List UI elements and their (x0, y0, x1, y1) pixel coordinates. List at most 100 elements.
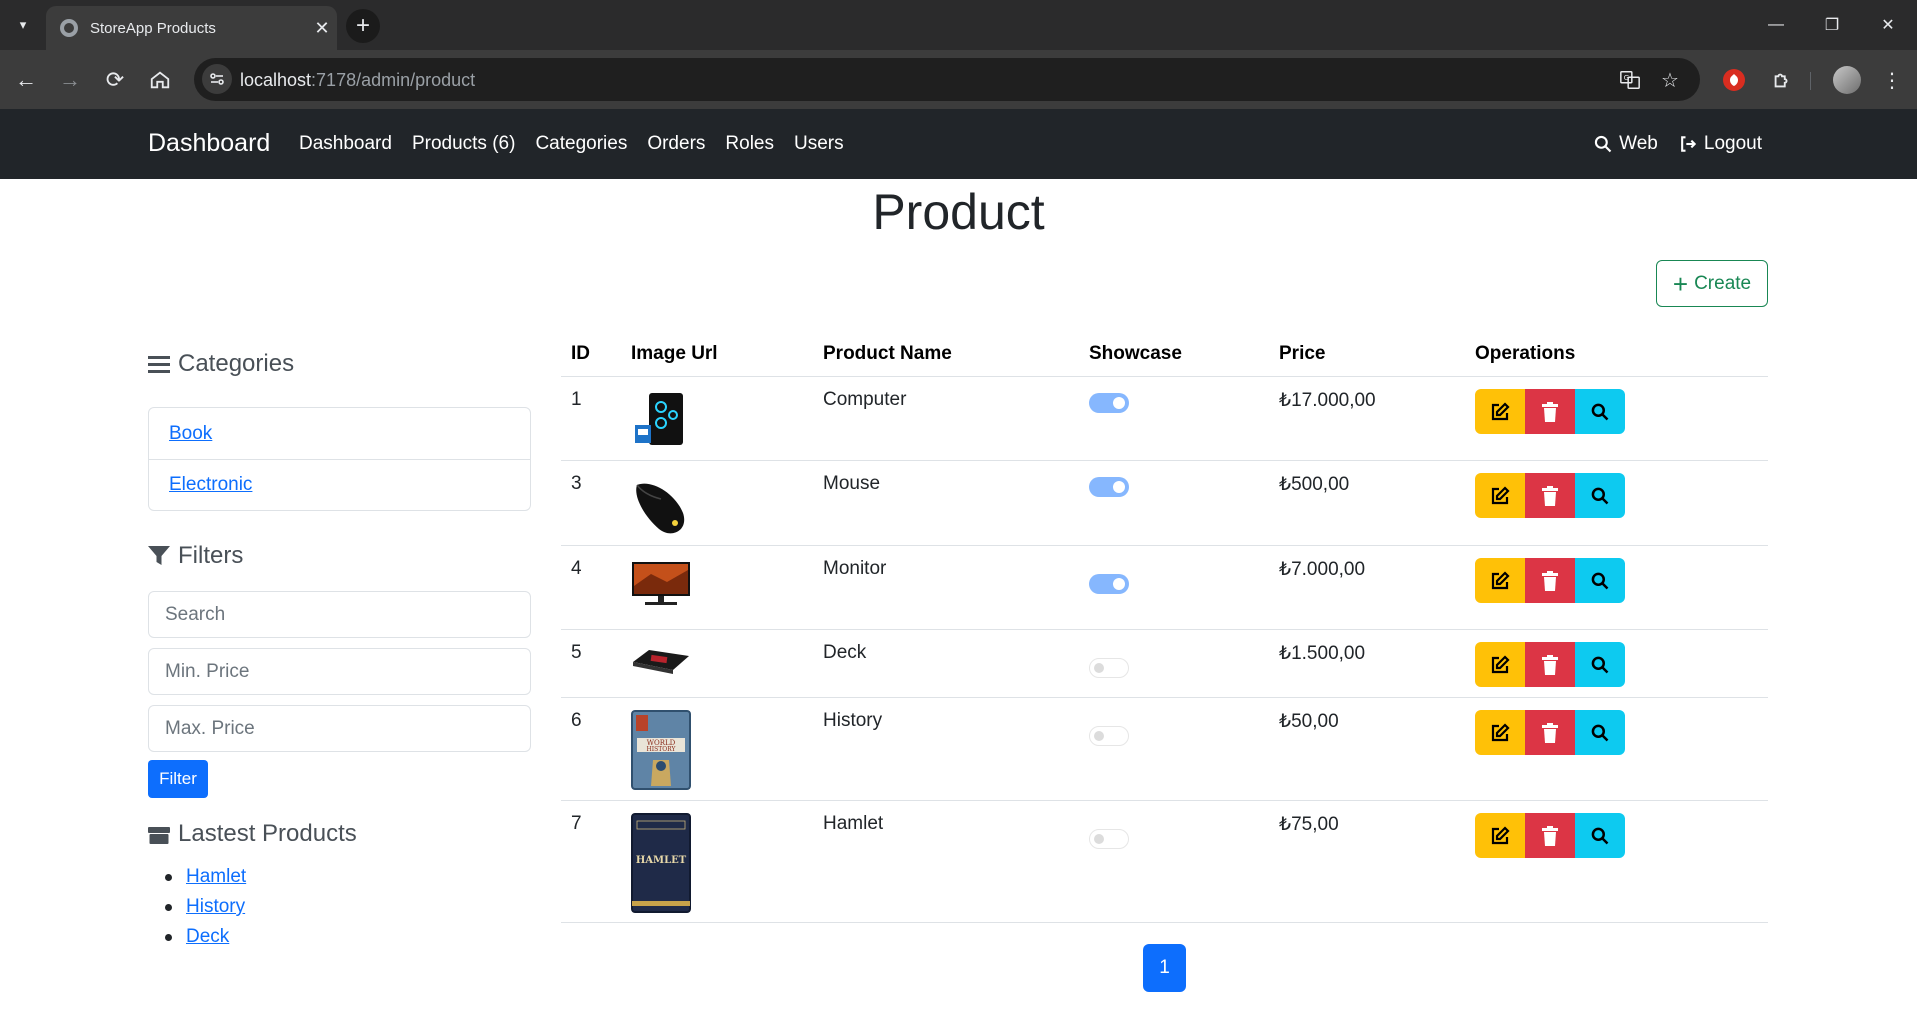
navbar-brand[interactable]: Dashboard (148, 129, 270, 158)
min-price-input[interactable]: Min. Price (148, 648, 531, 695)
delete-button[interactable] (1525, 558, 1575, 603)
edit-button[interactable] (1475, 389, 1525, 434)
product-id: 3 (571, 473, 582, 494)
filter-button[interactable]: Filter (148, 760, 208, 798)
showcase-toggle[interactable] (1089, 574, 1129, 594)
category-item-book[interactable]: Book (149, 408, 530, 459)
product-id: 4 (571, 558, 582, 579)
edit-icon (1491, 825, 1510, 844)
image-cell (631, 461, 823, 545)
search-icon (1595, 135, 1612, 153)
edit-button[interactable] (1475, 558, 1525, 603)
toolbar-separator (1810, 72, 1811, 90)
navbar-right: Web Logout (1593, 133, 1762, 155)
latest-products-list: Hamlet History Deck (165, 862, 246, 952)
hamlet-book-image: HAMLET (631, 813, 691, 913)
view-button[interactable] (1575, 813, 1625, 858)
logout-icon (1681, 136, 1697, 152)
showcase-toggle[interactable] (1089, 726, 1129, 746)
create-button[interactable]: + Create (1656, 260, 1768, 307)
delete-button[interactable] (1525, 389, 1575, 434)
home-icon[interactable] (142, 62, 178, 98)
showcase-cell (1089, 801, 1279, 922)
filters-heading-label: Filters (178, 542, 244, 569)
nav-link-orders[interactable]: Orders (647, 133, 705, 155)
history-book-image: WORLD HISTORY (631, 710, 691, 790)
header-image-url: Image Url (631, 343, 718, 364)
showcase-toggle[interactable] (1089, 393, 1129, 413)
extension-shield-icon[interactable] (1723, 69, 1745, 91)
nav-link-roles[interactable]: Roles (725, 133, 774, 155)
web-link[interactable]: Web (1593, 133, 1658, 155)
operations-cell (1475, 801, 1768, 922)
showcase-toggle[interactable] (1089, 477, 1129, 497)
logout-link[interactable]: Logout (1678, 133, 1762, 155)
bookmark-star-icon[interactable]: ☆ (1658, 68, 1682, 92)
tab-close-icon[interactable]: ✕ (307, 18, 337, 39)
svg-text:G: G (1624, 73, 1630, 82)
operations-cell (1475, 546, 1768, 629)
more-menu-icon[interactable]: ⋮ (1878, 66, 1906, 94)
edit-button[interactable] (1475, 642, 1525, 687)
product-price: ₺1.500,00 (1279, 643, 1366, 664)
reload-icon[interactable]: ⟳ (97, 62, 133, 98)
category-list: Book Electronic (148, 407, 531, 511)
address-bar[interactable]: localhost:7178/admin/product G ☆ (194, 58, 1700, 101)
delete-button[interactable] (1525, 642, 1575, 687)
site-info-icon[interactable] (202, 64, 232, 94)
delete-button[interactable] (1525, 710, 1575, 755)
product-name: Hamlet (823, 813, 884, 834)
max-price-input[interactable]: Max. Price (148, 705, 531, 752)
new-tab-button[interactable]: + (346, 9, 380, 43)
search-input[interactable]: Search (148, 591, 531, 638)
showcase-toggle[interactable] (1089, 658, 1129, 678)
operations-group (1475, 558, 1768, 603)
page-title: Product (872, 184, 1045, 240)
showcase-cell (1089, 630, 1279, 697)
product-id: 7 (571, 813, 582, 834)
delete-button[interactable] (1525, 813, 1575, 858)
app-navbar: Dashboard Dashboard Products (6) Categor… (0, 109, 1917, 179)
minimize-icon[interactable]: — (1756, 10, 1796, 40)
latest-product-link-history[interactable]: History (186, 896, 245, 918)
edit-button[interactable] (1475, 710, 1525, 755)
pagination-page-1[interactable]: 1 (1143, 944, 1186, 992)
product-id: 5 (571, 642, 582, 663)
latest-product-link-deck[interactable]: Deck (186, 926, 229, 948)
monitor-image (632, 562, 690, 605)
search-icon (1591, 487, 1609, 504)
edit-button[interactable] (1475, 473, 1525, 518)
view-button[interactable] (1575, 710, 1625, 755)
product-price: ₺17.000,00 (1279, 390, 1376, 411)
product-table: ID Image Url Product Name Showcase Price… (561, 332, 1768, 923)
nav-link-categories[interactable]: Categories (535, 133, 627, 155)
view-button[interactable] (1575, 558, 1625, 603)
latest-product-link-hamlet[interactable]: Hamlet (186, 866, 246, 888)
edit-button[interactable] (1475, 813, 1525, 858)
search-icon (1591, 403, 1609, 420)
nav-link-products[interactable]: Products (6) (412, 133, 515, 155)
table-row: 5 Deck ₺1.500,00 (561, 630, 1768, 698)
extensions-puzzle-icon[interactable] (1768, 66, 1796, 94)
restore-icon[interactable]: ❐ (1812, 10, 1852, 40)
tab-list-chevron-icon[interactable]: ▾ (10, 12, 36, 38)
browser-tab[interactable]: StoreApp Products ✕ (46, 6, 337, 50)
delete-button[interactable] (1525, 473, 1575, 518)
view-button[interactable] (1575, 642, 1625, 687)
view-button[interactable] (1575, 473, 1625, 518)
header-price: Price (1279, 343, 1326, 364)
operations-group (1475, 642, 1768, 687)
window-close-icon[interactable]: ✕ (1868, 10, 1908, 40)
create-button-label: Create (1694, 272, 1752, 294)
forward-arrow-icon[interactable]: → (52, 62, 88, 98)
category-item-electronic[interactable]: Electronic (149, 459, 530, 510)
back-arrow-icon[interactable]: ← (8, 62, 44, 98)
profile-avatar[interactable] (1833, 66, 1861, 94)
header-id: ID (571, 343, 590, 364)
list-item: History (165, 892, 246, 922)
nav-link-dashboard[interactable]: Dashboard (299, 133, 392, 155)
nav-link-users[interactable]: Users (794, 133, 844, 155)
showcase-toggle[interactable] (1089, 829, 1129, 849)
view-button[interactable] (1575, 389, 1625, 434)
translate-icon[interactable]: G (1618, 68, 1642, 92)
